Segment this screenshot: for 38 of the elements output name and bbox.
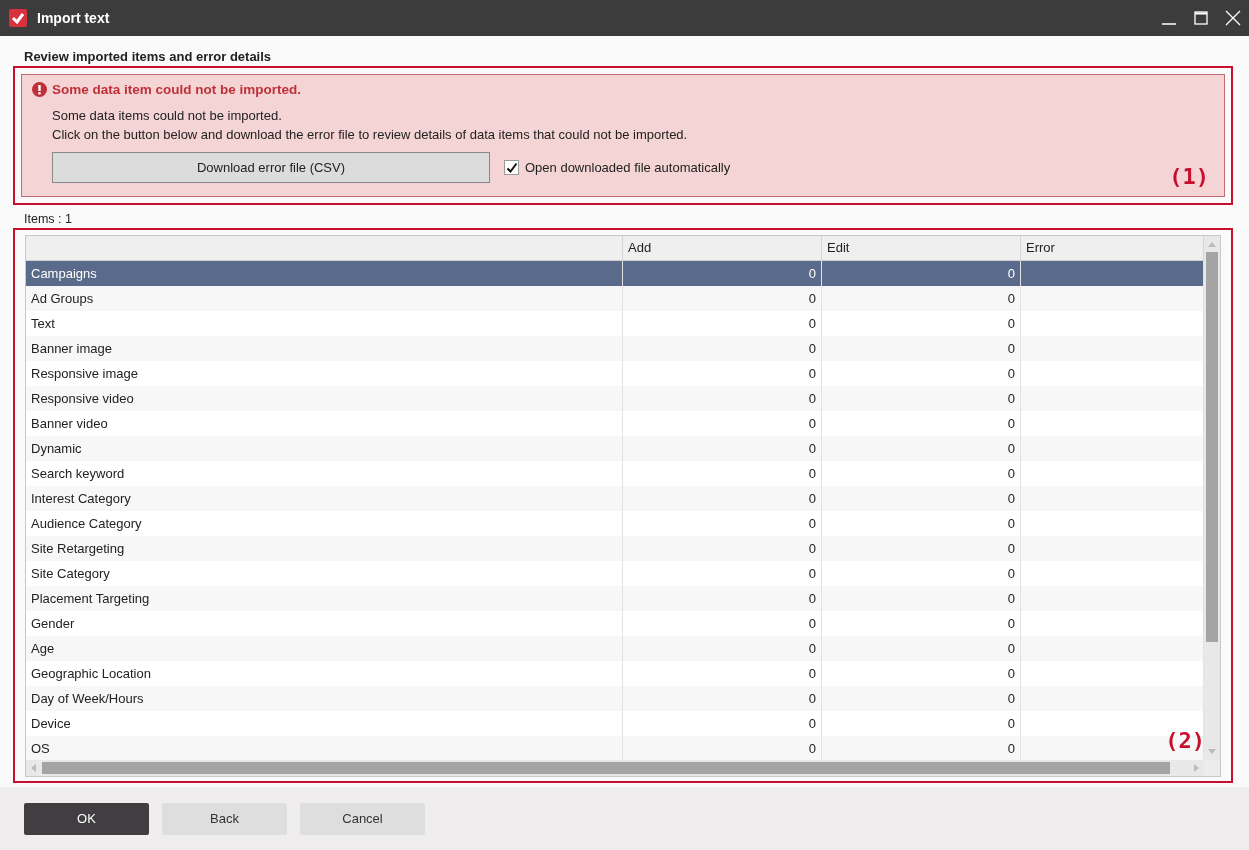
- table-row[interactable]: Ad Groups 0 0: [26, 286, 1021, 311]
- close-icon: [1225, 10, 1241, 26]
- table-row[interactable]: Site Retargeting 0 0: [26, 536, 1021, 561]
- table-row[interactable]: Placement Targeting 0 0: [26, 586, 1021, 611]
- scrollbar-thumb[interactable]: [42, 762, 1170, 774]
- error-title: Some data item could not be imported.: [52, 82, 302, 97]
- table-row[interactable]: Dynamic 0 0: [26, 436, 1021, 461]
- error-icon: [32, 82, 47, 97]
- horizontal-scrollbar[interactable]: [26, 760, 1204, 776]
- section-heading: Review imported items and error details: [23, 48, 273, 66]
- table-row[interactable]: Day of Week/Hours 0 0: [26, 686, 1021, 711]
- callout-number: (2): [1165, 728, 1205, 753]
- vertical-scrollbar[interactable]: [1204, 236, 1220, 760]
- table-row[interactable]: Responsive video 0 0: [26, 386, 1021, 411]
- table-row[interactable]: Banner image 0 0: [26, 336, 1021, 361]
- error-message: Some data items could not be imported.: [51, 107, 283, 125]
- error-message: Click on the button below and download the error file to review details of data items that could not be imported.: [51, 126, 689, 144]
- table-row[interactable]: OS 0 0: [26, 736, 1021, 760]
- dialog-button[interactable]: Cancel: [300, 802, 425, 835]
- minimize-icon: [1162, 23, 1176, 25]
- column-header[interactable]: Add: [623, 236, 822, 262]
- window-title: Import text: [37, 10, 111, 26]
- app-logo-icon: [9, 9, 27, 27]
- download-button[interactable]: Download error file (CSV): [52, 152, 490, 183]
- table-row[interactable]: Interest Category 0 0: [26, 486, 1021, 511]
- checkbox[interactable]: [504, 160, 519, 175]
- dialog-button[interactable]: Back: [162, 802, 287, 835]
- checkbox-label: Open downloaded file automatically: [525, 160, 731, 175]
- scrollbar-corner: [1204, 760, 1220, 776]
- table-row[interactable]: Age 0 0: [26, 636, 1021, 661]
- column-header[interactable]: Edit: [822, 236, 1021, 262]
- scrollbar-thumb[interactable]: [1206, 252, 1218, 642]
- table-row[interactable]: Campaigns 0 0: [26, 261, 1021, 286]
- column-header[interactable]: Error: [1021, 236, 1204, 262]
- callout-number: (1): [1169, 164, 1209, 189]
- items-count: Items : 1: [23, 211, 73, 228]
- dialog-button[interactable]: OK: [24, 802, 149, 835]
- maximize-icon: [1194, 11, 1208, 25]
